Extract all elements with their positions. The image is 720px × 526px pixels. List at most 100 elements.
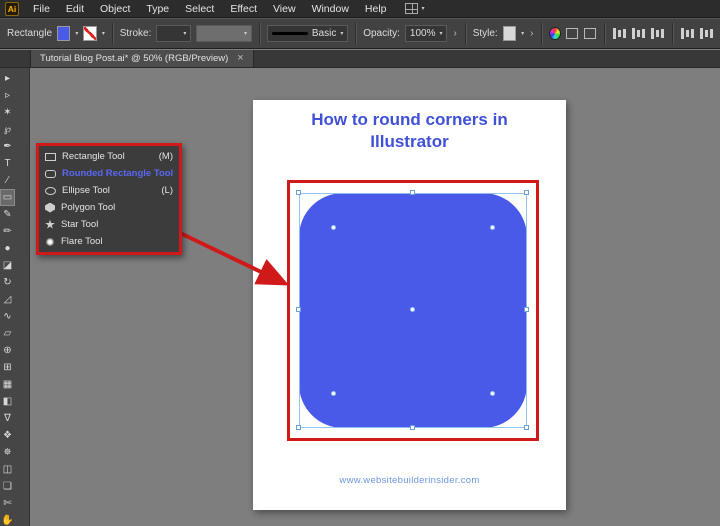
document-setup-icon[interactable] [566,28,578,39]
selection-handle[interactable] [296,190,301,195]
selection-handle[interactable] [296,307,301,312]
arrange-documents-chevron-icon[interactable]: ▾ [422,6,425,12]
corner-widget[interactable] [490,391,495,396]
tool-grid: ▸ ▹ ✶ ℘ ✒ T ∕ ▭ ✎ ✏ ● ◪ ↻ ◿ ∿ ▱ ⊕ ⊞ ▦ ◧ … [0,68,29,526]
blob-brush-tool[interactable]: ● [0,240,15,257]
hand-tool-icon: ✋ [1,516,13,526]
menu-effect[interactable]: Effect [222,3,265,15]
selection-tool[interactable]: ▸ [0,70,15,87]
rectangle-tool[interactable]: ▭ [0,189,15,206]
menu-select[interactable]: Select [177,3,222,15]
pencil-tool[interactable]: ✏ [0,223,15,240]
magic-wand-tool[interactable]: ✶ [0,104,15,121]
brush-name: Basic [312,28,336,39]
artboard-footer-text: www.websitebuilderinsider.com [253,475,566,486]
artboard-tool[interactable]: ❏ [0,478,15,495]
shape-tools-flyout: Rectangle Tool (M) Rounded Rectangle Too… [36,143,182,255]
pencil-tool-icon: ✏ [3,227,11,237]
flyout-item-polygon-tool[interactable]: Polygon Tool [39,199,179,216]
lasso-tool-icon: ℘ [4,125,11,135]
free-transform-tool[interactable]: ▱ [0,325,15,342]
direct-selection-tool[interactable]: ▹ [0,87,15,104]
style-panel-chevron-icon[interactable]: › [529,28,534,39]
scale-tool[interactable]: ◿ [0,291,15,308]
paintbrush-tool[interactable]: ✎ [0,206,15,223]
flyout-item-star-tool[interactable]: Star Tool [39,216,179,233]
illustrator-logo: Ai [5,2,19,16]
slice-tool[interactable]: ✄ [0,495,15,512]
column-graph-tool[interactable]: ◫ [0,461,15,478]
distribute-vertical-icon[interactable] [700,28,713,39]
opacity-panel-chevron-icon[interactable]: › [452,28,457,39]
shape-builder-tool[interactable]: ⊕ [0,342,15,359]
eraser-tool[interactable]: ◪ [0,257,15,274]
menu-file[interactable]: File [25,3,58,15]
blend-tool-icon: ❖ [3,431,12,441]
eyedropper-tool-icon: ∇ [4,414,11,424]
flyout-item-rectangle-tool[interactable]: Rectangle Tool (M) [39,148,179,165]
variable-width-profile-dropdown[interactable]: ▾ [196,25,252,42]
align-left-icon[interactable] [613,28,626,39]
selection-handle[interactable] [524,190,529,195]
flyout-item-ellipse-tool[interactable]: Ellipse Tool (L) [39,182,179,199]
flyout-item-flare-tool[interactable]: Flare Tool [39,233,179,250]
hand-tool[interactable]: ✋ [0,512,15,526]
selection-handle[interactable] [296,425,301,430]
pen-tool[interactable]: ✒ [0,138,15,155]
preferences-icon[interactable] [584,28,596,39]
corner-widget[interactable] [490,225,495,230]
selection-handle[interactable] [410,425,415,430]
menu-object[interactable]: Object [92,3,138,15]
mesh-tool[interactable]: ▦ [0,376,15,393]
shape-center-point [410,307,415,312]
rotate-tool[interactable]: ↻ [0,274,15,291]
line-segment-tool[interactable]: ∕ [0,172,15,189]
perspective-grid-tool[interactable]: ⊞ [0,359,15,376]
stroke-weight-dropdown[interactable]: ▾ [156,25,191,42]
menu-help[interactable]: Help [357,3,395,15]
stroke-color-swatch[interactable] [83,26,96,41]
fill-color-swatch[interactable] [57,26,70,41]
brush-definition-dropdown[interactable]: Basic ▾ [267,25,348,42]
document-tab-title: Tutorial Blog Post.ai* @ 50% (RGB/Previe… [40,53,228,64]
tab-bar: Tutorial Blog Post.ai* @ 50% (RGB/Previe… [0,50,720,68]
corner-widget[interactable] [331,225,336,230]
style-swatch[interactable] [503,26,516,41]
eyedropper-tool[interactable]: ∇ [0,410,15,427]
align-right-icon[interactable] [651,28,664,39]
flyout-item-label: Rounded Rectangle Tool [62,168,173,179]
arrange-documents-icon[interactable] [405,3,418,14]
selection-handle[interactable] [524,307,529,312]
canvas-area[interactable]: How to round corners in Illustrator www.… [30,68,720,526]
width-tool[interactable]: ∿ [0,308,15,325]
stroke-dropdown-icon[interactable]: ▾ [102,31,105,37]
blend-tool[interactable]: ❖ [0,427,15,444]
separator [672,23,673,45]
align-horizontal-center-icon[interactable] [632,28,645,39]
selection-handle[interactable] [410,190,415,195]
fill-dropdown-icon[interactable]: ▾ [75,31,78,37]
mesh-tool-icon: ▦ [3,380,12,390]
opacity-dropdown[interactable]: 100% ▾ [405,25,448,42]
recolor-artwork-icon[interactable] [549,27,561,40]
tab-close-icon[interactable]: × [237,53,243,64]
flyout-item-rounded-rectangle-tool[interactable]: Rounded Rectangle Tool [39,165,179,182]
menu-type[interactable]: Type [138,3,177,15]
type-tool[interactable]: T [0,155,15,172]
menu-view[interactable]: View [265,3,304,15]
line-segment-tool-icon: ∕ [7,176,9,186]
symbol-sprayer-tool[interactable]: ✵ [0,444,15,461]
free-transform-tool-icon: ▱ [4,329,12,339]
distribute-horizontal-icon[interactable] [681,28,694,39]
corner-widget[interactable] [331,391,336,396]
lasso-tool[interactable]: ℘ [0,121,15,138]
menu-window[interactable]: Window [304,3,357,15]
document-tab[interactable]: Tutorial Blog Post.ai* @ 50% (RGB/Previe… [30,50,254,67]
selection-handle[interactable] [524,425,529,430]
active-tool-label: Rectangle [7,28,52,39]
gradient-tool[interactable]: ◧ [0,393,15,410]
style-dropdown-icon[interactable]: ▾ [521,31,524,37]
perspective-grid-tool-icon: ⊞ [3,363,11,373]
separator [541,23,542,45]
menu-edit[interactable]: Edit [58,3,92,15]
